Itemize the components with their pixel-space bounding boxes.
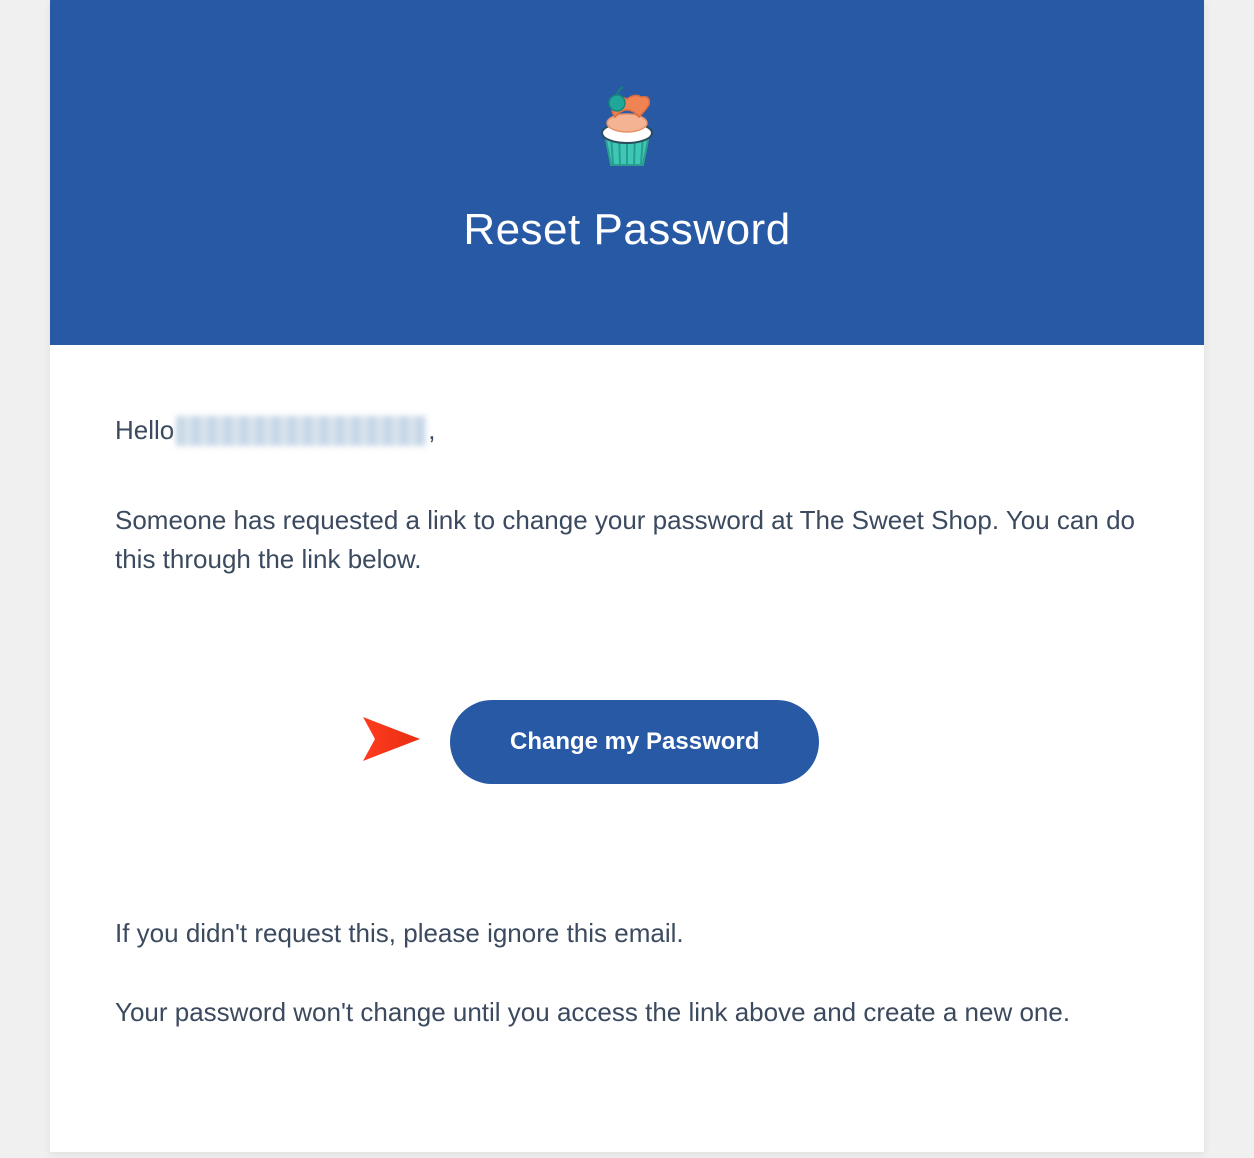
greeting-suffix: ,: [428, 415, 435, 446]
cupcake-logo-icon: [577, 75, 677, 180]
page-title: Reset Password: [50, 205, 1204, 255]
greeting-prefix: Hello: [115, 415, 174, 446]
annotation-arrow-icon: [125, 699, 425, 784]
intro-paragraph: Someone has requested a link to change y…: [115, 501, 1139, 579]
change-password-button[interactable]: Change my Password: [450, 700, 819, 784]
redacted-recipient-email: [176, 416, 426, 446]
email-container: Reset Password Hello , Someone has reque…: [50, 0, 1204, 1152]
no-change-paragraph: Your password won't change until you acc…: [115, 993, 1139, 1032]
email-header: Reset Password: [50, 0, 1204, 345]
greeting-line: Hello ,: [115, 415, 1139, 446]
ignore-paragraph: If you didn't request this, please ignor…: [115, 914, 1139, 953]
cta-row: Change my Password: [115, 699, 1139, 784]
email-body: Hello , Someone has requested a link to …: [50, 345, 1204, 1152]
